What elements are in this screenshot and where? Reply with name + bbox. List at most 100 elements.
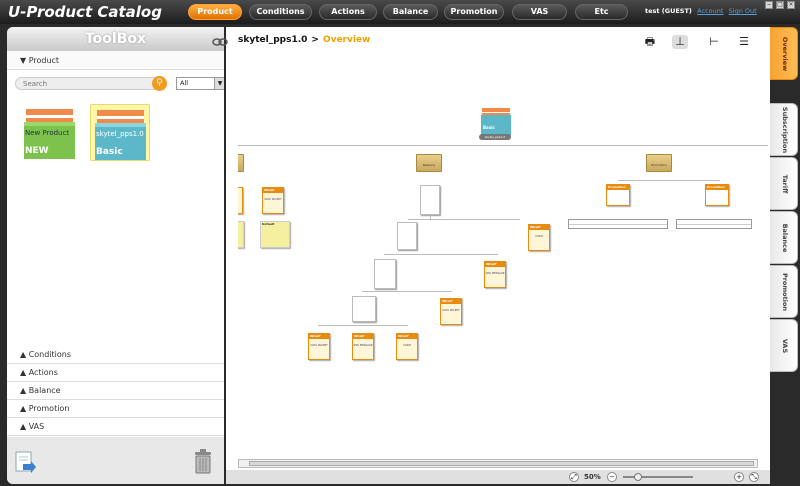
nav-actions[interactable]: Actions (319, 4, 377, 20)
tab-balance[interactable]: Balance (770, 211, 798, 264)
product-card-new[interactable]: New Product NEW (20, 104, 80, 161)
nav-etc[interactable]: Etc (575, 4, 628, 20)
folder-partial[interactable] (238, 154, 244, 172)
close-button[interactable]: × (787, 1, 795, 9)
breadcrumb-current: Overview (322, 35, 371, 45)
balance-folder[interactable]: Balance (416, 154, 442, 172)
what-data-node[interactable]: What? DATA PACKET (308, 333, 330, 360)
tab-promotion[interactable]: Promotion (770, 265, 798, 318)
print-icon[interactable]: 🖶 (642, 35, 658, 49)
zoom-out-button[interactable]: − (607, 472, 617, 482)
user-info: test (GUEST) Account Sign Out (645, 7, 757, 15)
promotion-label: Promotion (607, 185, 629, 190)
what-label: What? (441, 299, 461, 304)
filter-value: All (180, 79, 189, 87)
accordion-vas[interactable]: ▲ VAS (7, 418, 224, 436)
zoom-level: 50% (584, 473, 601, 481)
accordion-conditions[interactable]: ▲ Conditions (7, 346, 224, 364)
main-panel: skytel_pps1.0 > Overview 🖶 ⊥ ⊢ ☰ Basic sky… (212, 27, 770, 484)
connector-line (384, 254, 498, 255)
folder-label: Balance (423, 163, 435, 167)
trash-icon[interactable] (193, 449, 213, 474)
fit-icon[interactable]: ⤢ (569, 472, 579, 482)
accordion-balance[interactable]: ▲ Balance (7, 382, 224, 400)
what-text: DATA PACKET (442, 309, 460, 312)
chevron-down-icon: ▼ (214, 78, 224, 89)
what-label: What? (263, 188, 283, 193)
balance-node[interactable] (397, 222, 417, 250)
what-data-node[interactable]: What? DATA PACKET (262, 187, 284, 214)
toolbox-footer (7, 437, 224, 484)
connector-line (362, 291, 452, 292)
zoom-slider-handle[interactable] (634, 473, 642, 481)
tab-overview[interactable]: Overview (770, 27, 798, 80)
what-data-node[interactable]: What? DATA PACKET (440, 298, 462, 325)
balance-node[interactable] (352, 296, 376, 322)
promotion-node[interactable]: Promotion (705, 184, 729, 206)
table-view-icon[interactable]: ☰ (736, 35, 752, 49)
nav-conditions[interactable]: Conditions (249, 4, 312, 20)
tab-label: Overview (781, 36, 789, 71)
promotion-table (676, 219, 752, 229)
account-link[interactable]: Account (697, 7, 723, 15)
diagram-canvas[interactable]: Basic skytel_pps1.0 Balance Promotion Wh… (238, 67, 768, 457)
what-voice-node[interactable]: What? VOICE (528, 224, 550, 251)
filter-select[interactable]: All ▼ (176, 77, 224, 90)
accordion-promotion[interactable]: ▲ Promotion (7, 400, 224, 418)
nav-promotion[interactable]: Promotion (444, 4, 504, 20)
folder-label: Promotion (651, 163, 667, 167)
what-text: DATA PACKET (264, 198, 282, 201)
what-voice-node[interactable]: What? VOICE (396, 333, 418, 360)
search-input[interactable] (15, 77, 165, 90)
zoom-in-button[interactable]: + (734, 472, 744, 482)
what-text: DATA PACKET (310, 344, 328, 347)
default-node[interactable]: Default (260, 221, 290, 248)
product-card-basic[interactable]: skytel_pps1.0 Basic (90, 104, 150, 161)
side-tabs: Overview Subscription Tariff Balance Pro… (770, 27, 800, 486)
what-label: What? (529, 225, 549, 230)
what-text: VOICE (535, 235, 543, 238)
default-node-partial[interactable] (238, 221, 244, 248)
what-sms-node[interactable]: What? SMS MESSAGE (352, 333, 374, 360)
product-card-badge: Basic (96, 147, 123, 157)
accordion-actions[interactable]: ▲ Actions (7, 364, 224, 382)
expand-icon[interactable]: ⤡ (749, 472, 759, 482)
top-bar: U-Product Catalog Product Conditions Act… (0, 0, 800, 24)
breadcrumb: skytel_pps1.0 > Overview (238, 35, 370, 45)
promotion-label: Promotion (706, 185, 728, 190)
maximize-button[interactable]: □ (776, 1, 784, 9)
balance-node[interactable] (420, 185, 440, 215)
minimize-button[interactable]: − (765, 1, 773, 9)
product-card-badge: NEW (25, 146, 49, 156)
nav-balance[interactable]: Balance (383, 4, 438, 20)
tree-view-icon[interactable]: ⊥ (672, 35, 688, 49)
user-name: test (645, 7, 660, 15)
tab-vas[interactable]: VAS (770, 319, 798, 372)
nav-vas[interactable]: VAS (512, 4, 567, 20)
product-section-header[interactable]: ▼ Product (7, 51, 224, 70)
scrollbar-thumb[interactable] (249, 461, 754, 466)
connector-line (408, 219, 520, 220)
promotion-folder[interactable]: Promotion (646, 154, 672, 172)
breadcrumb-root[interactable]: skytel_pps1.0 (238, 35, 307, 45)
promotion-node[interactable]: Promotion (606, 184, 630, 206)
search-icon[interactable]: ⚲ (152, 76, 167, 91)
what-sms-node[interactable]: What? SMS MESSAGE (484, 261, 506, 288)
root-product-icon[interactable] (481, 107, 511, 137)
nav-product[interactable]: Product (188, 4, 242, 20)
what-node-partial[interactable] (238, 187, 243, 214)
root-node-title: Basic (483, 125, 495, 130)
export-icon[interactable] (15, 451, 37, 475)
horizontal-tree-icon[interactable]: ⊢ (706, 35, 722, 49)
signout-link[interactable]: Sign Out (729, 7, 757, 15)
tab-label: VAS (781, 338, 789, 353)
horizontal-scrollbar[interactable] (238, 459, 758, 468)
tab-subscription[interactable]: Subscription (770, 103, 798, 156)
link-icon[interactable] (212, 37, 228, 47)
product-card-label: New Product (25, 129, 70, 137)
toolbox-title: ToolBox (7, 27, 224, 51)
tab-tariff[interactable]: Tariff (770, 157, 798, 210)
balance-node[interactable] (374, 259, 396, 289)
what-label: What? (353, 334, 373, 339)
connector-line (618, 180, 720, 181)
